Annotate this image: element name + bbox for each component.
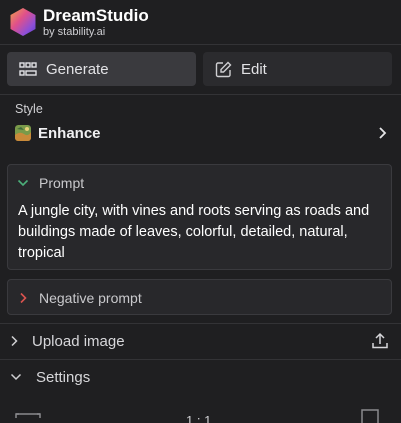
divider (0, 94, 401, 95)
grid-icon (19, 62, 37, 76)
tab-generate-label: Generate (46, 60, 109, 78)
pencil-square-icon (215, 61, 232, 77)
app-header: DreamStudio by stability.ai (0, 0, 401, 44)
chevron-right-icon (20, 292, 27, 304)
upload-image-label: Upload image (32, 332, 125, 350)
negative-prompt-label: Negative prompt (39, 290, 142, 306)
style-label: Style (15, 102, 43, 116)
prompt-input[interactable]: A jungle city, with vines and roots serv… (8, 201, 391, 264)
prompt-header[interactable]: Prompt (8, 165, 391, 201)
mode-tabs: Generate Edit (7, 52, 392, 86)
settings-row[interactable]: Settings (0, 359, 401, 395)
divider (0, 44, 401, 45)
tab-edit-label: Edit (241, 60, 267, 78)
style-thumbnail (15, 125, 31, 141)
landscape-frame-icon (15, 413, 41, 418)
app-name: DreamStudio (43, 5, 149, 25)
negative-prompt-header[interactable]: Negative prompt (8, 280, 391, 316)
app-subtitle: by stability.ai (43, 25, 106, 38)
negative-prompt-panel: Negative prompt (7, 279, 392, 315)
upload-image-row[interactable]: Upload image (0, 323, 401, 359)
chevron-right-icon (11, 335, 18, 347)
portrait-frame-icon (361, 409, 379, 423)
style-value: Enhance (38, 124, 101, 142)
tab-edit[interactable]: Edit (203, 52, 392, 86)
upload-icon[interactable] (371, 332, 389, 350)
settings-label: Settings (36, 368, 91, 386)
prompt-label: Prompt (39, 175, 85, 191)
chevron-right-icon (379, 127, 387, 139)
aspect-ratio-value: 1 : 1 (186, 413, 212, 423)
brand: DreamStudio by stability.ai (43, 6, 149, 39)
chevron-down-icon (10, 373, 22, 381)
hexagon-gradient-logo[interactable] (8, 7, 38, 37)
chevron-down-icon (17, 179, 29, 187)
tab-generate[interactable]: Generate (7, 52, 196, 86)
style-selector[interactable]: Enhance (15, 122, 387, 144)
prompt-panel: Prompt A jungle city, with vines and roo… (7, 164, 392, 270)
